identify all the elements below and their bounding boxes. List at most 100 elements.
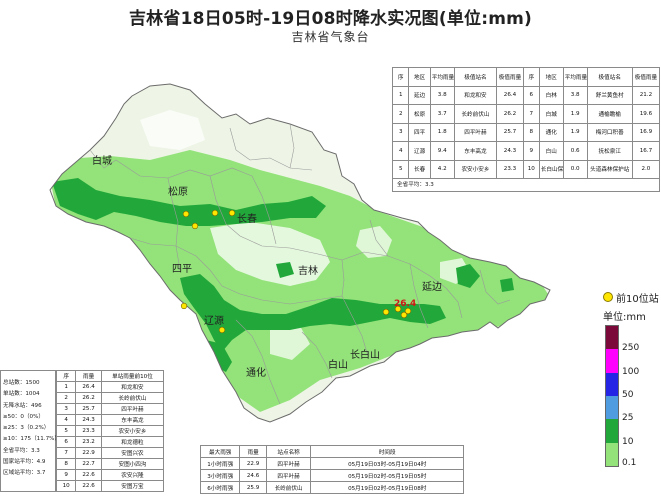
column-header: 序 (393, 68, 410, 87)
stat-line: ≥50：0（0%） (3, 413, 45, 420)
table-cell: 05月19日02时-05月19日05时 (310, 469, 464, 482)
table-cell: 和龙和安 (100, 381, 165, 393)
station-marker (382, 308, 390, 316)
top10-legend: 前10位站 (603, 290, 659, 305)
color-scale-tick: 10 (622, 436, 634, 447)
region-label-siping: 四平 (172, 264, 192, 275)
table-row: 10 22.6 安图万宝 (55, 480, 165, 492)
peak-value-label: 26.4 (394, 299, 416, 309)
table-cell: 3.8 (562, 85, 588, 105)
table-cell: 25.7 (496, 122, 524, 142)
table-cell: 3 (393, 122, 410, 142)
table-cell: 22.7 (75, 458, 102, 470)
table-cell: 4.2 (429, 159, 455, 179)
table-cell: 6 (55, 436, 77, 448)
top10-station-table: 序雨量 单站雨量前10位 1 26.4 和龙和安 2 26.2 长岭前伏山 3 25.7 四平叶赫 4… (55, 370, 165, 492)
station-marker (228, 209, 236, 217)
region-label-yanbian: 延边 (422, 281, 442, 293)
table-cell: 1小时雨强 (199, 457, 241, 470)
table-cell: 22.9 (75, 447, 102, 459)
color-scale-segment (606, 349, 618, 373)
stat-line: 总站数：1500 (3, 380, 40, 386)
table-cell: 26.2 (75, 392, 102, 404)
table-cell: 22.6 (75, 469, 102, 481)
color-scale-segment (606, 372, 618, 396)
stat-line: 单站数：1004 (3, 391, 40, 398)
station-marker (404, 307, 412, 315)
table-cell: 四平叶赫 (100, 403, 165, 415)
column-header: 地区 (408, 68, 431, 87)
table-cell: 四平叶赫 (453, 122, 498, 142)
table-cell: 6小时雨强 (199, 481, 241, 494)
table-cell: 四平叶赫 (265, 469, 312, 482)
table-cell: 26.4 (496, 85, 524, 105)
top10-marker-icon (603, 292, 613, 302)
table-row: 7 22.9 安图兴农 (55, 447, 165, 459)
table-cell: 5 (393, 159, 410, 179)
column-header: 序 (522, 68, 540, 87)
table-cell: 21.2 (631, 85, 659, 105)
column-header: 极值站名 (586, 68, 633, 87)
color-scale-segment (606, 442, 618, 466)
table-cell: 7 (55, 447, 77, 459)
table-cell: 1.8 (429, 122, 455, 142)
color-scale-bar (605, 325, 619, 467)
table-cell: 农安小安乡 (100, 425, 165, 437)
column-header: 地区 (538, 68, 564, 87)
table-row: 2 26.2 长岭前伏山 (55, 392, 165, 404)
table-row: 2 松原 3.7 长岭前伏山 26.2 7 白城 1.9 通榆瞻榆 19.6 (393, 104, 659, 124)
column-header: 最大雨强 (199, 445, 241, 458)
top10-legend-label: 前10位站 (616, 293, 659, 305)
color-scale-tick: 0.1 (622, 458, 637, 468)
color-scale-tick: 25 (622, 413, 634, 424)
stat-line: 全省平均：3.3 (3, 447, 40, 454)
station-marker (218, 326, 226, 334)
table-cell: 2 (393, 104, 410, 124)
table-cell: 长岭前伏山 (453, 104, 498, 124)
table-cell: 和龙德粒 (100, 436, 165, 448)
column-header: 时间段 (310, 445, 464, 458)
table-cell: 辽源 (408, 141, 431, 161)
table-cell: 2.0 (631, 159, 659, 179)
stat-line: 国家站平均：4.9 (3, 459, 46, 466)
province-average-line: 全省平均：3.3 (397, 182, 434, 188)
table-cell: 24.3 (75, 414, 102, 426)
table-cell: 白林 (538, 85, 564, 105)
table-cell: 白城 (538, 104, 564, 124)
color-scale-tick: 50 (622, 390, 634, 400)
stat-line: 无降水站：496 (3, 402, 42, 409)
table-cell: 四平 (408, 122, 431, 142)
region-label-changchun: 长春 (237, 213, 257, 225)
table-cell: 1.9 (562, 122, 588, 142)
table-cell: 9.4 (429, 141, 455, 161)
table-cell: 通榆瞻榆 (586, 104, 633, 124)
table-cell: 26.4 (75, 381, 102, 393)
table-cell: 8 (55, 458, 77, 470)
table-row: 8 22.7 安图小四沟 (55, 458, 165, 470)
table-cell: 白山 (538, 141, 564, 161)
table-cell: 农安兴隆 (100, 469, 165, 481)
table-cell: 延边 (408, 85, 431, 105)
table-row: 4 24.3 东丰高龙 (55, 414, 165, 426)
table-cell: 16.7 (631, 141, 659, 161)
station-marker (182, 210, 190, 218)
table-cell: 05月19日02时-05月19日08时 (310, 481, 464, 494)
region-label-tonghua: 通化 (246, 366, 266, 379)
table-cell: 东丰高龙 (100, 414, 165, 426)
table-cell: 0.6 (562, 141, 588, 161)
regional-table-header: 序地区 平均雨量 极值站名 极值雨量序地区 平均雨量 极值站名 极值雨量 (393, 68, 659, 87)
table-cell: 长白山保护区 (538, 159, 564, 179)
table-row: 3 四平 1.8 四平叶赫 25.7 8 通化 1.9 梅河口积善 16.9 (393, 122, 659, 142)
table-cell: 安图小四沟 (100, 458, 165, 470)
table-row: 1小时雨强 22.9 四平叶赫 05月19日03时-05月19日04时 (199, 457, 464, 470)
table-cell: 3小时雨强 (199, 469, 241, 482)
table-row: 1 延边 3.8 和龙和安 26.4 6 白林 3.8 舒兰黄鱼村 21.2 (393, 85, 659, 105)
column-header: 单站雨量前10位 (100, 370, 165, 382)
table-row: 4 辽源 9.4 东丰高龙 24.3 9 白山 0.6 抚松泉江 16.7 (393, 141, 659, 161)
table-cell: 安图兴农 (100, 447, 165, 459)
table-cell: 05月19日03时-05月19日04时 (310, 457, 464, 470)
table-cell: 安图万宝 (100, 480, 165, 492)
table-cell: 和龙和安 (453, 85, 498, 105)
table-cell: 9 (55, 469, 77, 481)
table-cell: 头道森林保护站 (586, 159, 633, 179)
